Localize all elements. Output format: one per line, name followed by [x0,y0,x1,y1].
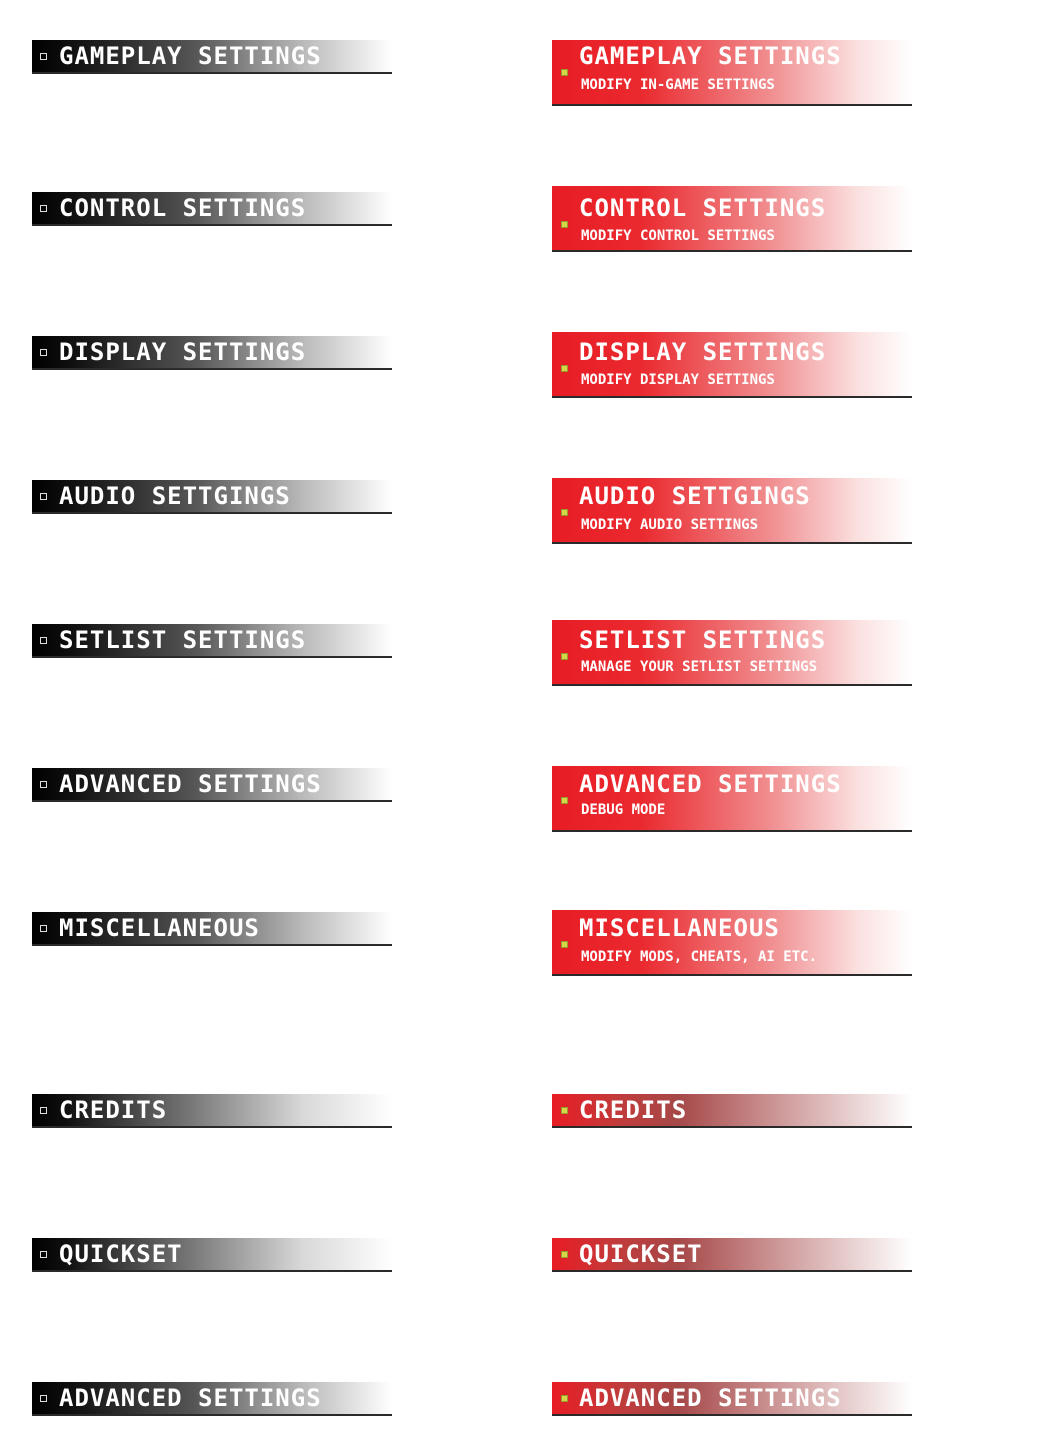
menu-item-miscellaneous-selected[interactable]: MISCELLANEOUS MODIFY MODS, CHEATS, AI ET… [552,910,912,976]
menu-item-setlist-settings-selected[interactable]: SETLIST SETTINGS MANAGE YOUR SETLIST SET… [552,620,912,686]
menu-item-title: AUDIO SETTGINGS [59,482,291,510]
menu-item-quickset[interactable]: QUICKSET [32,1238,392,1272]
menu-item-title: ADVANCED SETTINGS [579,770,842,798]
underline [552,1270,912,1272]
hollow-square-bullet-icon [40,1107,47,1114]
underline [552,396,912,398]
menu-item-title: MISCELLANEOUS [579,914,780,942]
menu-item-gameplay-settings[interactable]: GAMEPLAY SETTINGS [32,40,392,74]
menu-item-audio-settings-selected[interactable]: AUDIO SETTGINGS MODIFY AUDIO SETTINGS [552,478,912,544]
yellow-square-bullet-icon [561,1251,568,1258]
menu-item-audio-settings[interactable]: AUDIO SETTGINGS [32,480,392,514]
yellow-square-bullet-icon [561,797,568,804]
underline [552,1414,912,1416]
menu-item-subtitle: DEBUG MODE [581,802,666,818]
hollow-square-bullet-icon [40,205,47,212]
menu-item-title: CREDITS [579,1096,688,1124]
menu-item-title: SETLIST SETTINGS [59,626,307,654]
yellow-square-bullet-icon [561,653,568,660]
underline [32,800,392,802]
yellow-square-bullet-icon [561,1395,568,1402]
yellow-square-bullet-icon [561,221,568,228]
menu-item-control-settings[interactable]: CONTROL SETTINGS [32,192,392,226]
underline [32,1414,392,1416]
menu-item-credits-selected[interactable]: CREDITS [552,1094,912,1128]
hollow-square-bullet-icon [40,349,47,356]
yellow-square-bullet-icon [561,1107,568,1114]
menu-item-quickset-selected[interactable]: QUICKSET [552,1238,912,1272]
menu-item-title: ADVANCED SETTINGS [59,770,322,798]
underline [552,684,912,686]
menu-item-title: ADVANCED SETTINGS [59,1384,322,1412]
yellow-square-bullet-icon [561,941,568,948]
menu-item-advanced-settings-2-selected[interactable]: ADVANCED SETTINGS [552,1382,912,1416]
underline [32,944,392,946]
menu-item-title: GAMEPLAY SETTINGS [579,42,842,70]
menu-item-title: AUDIO SETTGINGS [579,482,811,510]
menu-item-credits[interactable]: CREDITS [32,1094,392,1128]
menu-normal-states: GAMEPLAY SETTINGS CONTROL SETTINGS DISPL… [32,0,392,1432]
hollow-square-bullet-icon [40,1395,47,1402]
menu-item-subtitle: MODIFY AUDIO SETTINGS [581,517,759,533]
menu-selected-states: GAMEPLAY SETTINGS MODIFY IN-GAME SETTING… [552,0,912,1432]
hollow-square-bullet-icon [40,493,47,500]
underline [32,1270,392,1272]
yellow-square-bullet-icon [561,69,568,76]
menu-item-title: CONTROL SETTINGS [579,194,827,222]
menu-item-title: MISCELLANEOUS [59,914,260,942]
menu-item-subtitle: MODIFY CONTROL SETTINGS [581,228,775,244]
underline [32,72,392,74]
menu-item-title: ADVANCED SETTINGS [579,1384,842,1412]
menu-item-control-settings-selected[interactable]: CONTROL SETTINGS MODIFY CONTROL SETTINGS [552,186,912,252]
underline [552,830,912,832]
menu-item-title: GAMEPLAY SETTINGS [59,42,322,70]
menu-item-miscellaneous[interactable]: MISCELLANEOUS [32,912,392,946]
menu-item-subtitle: MANAGE YOUR SETLIST SETTINGS [581,659,818,675]
underline [552,250,912,252]
hollow-square-bullet-icon [40,1251,47,1258]
underline [552,974,912,976]
menu-item-title: CONTROL SETTINGS [59,194,307,222]
underline [552,542,912,544]
menu-item-title: DISPLAY SETTINGS [59,338,307,366]
hollow-square-bullet-icon [40,781,47,788]
menu-item-title: DISPLAY SETTINGS [579,338,827,366]
underline [552,1126,912,1128]
menu-item-title: QUICKSET [59,1240,183,1268]
menu-item-advanced-settings-selected[interactable]: ADVANCED SETTINGS DEBUG MODE [552,766,912,832]
menu-item-display-settings[interactable]: DISPLAY SETTINGS [32,336,392,370]
menu-item-title: SETLIST SETTINGS [579,626,827,654]
underline [32,224,392,226]
underline [32,1126,392,1128]
hollow-square-bullet-icon [40,637,47,644]
menu-item-subtitle: MODIFY DISPLAY SETTINGS [581,372,775,388]
menu-item-advanced-settings-2[interactable]: ADVANCED SETTINGS [32,1382,392,1416]
hollow-square-bullet-icon [40,925,47,932]
menu-item-display-settings-selected[interactable]: DISPLAY SETTINGS MODIFY DISPLAY SETTINGS [552,332,912,398]
yellow-square-bullet-icon [561,365,568,372]
yellow-square-bullet-icon [561,509,568,516]
menu-item-advanced-settings[interactable]: ADVANCED SETTINGS [32,768,392,802]
menu-item-title: QUICKSET [579,1240,703,1268]
underline [552,104,912,106]
underline [32,368,392,370]
hollow-square-bullet-icon [40,53,47,60]
menu-item-subtitle: MODIFY IN-GAME SETTINGS [581,77,775,93]
menu-item-title: CREDITS [59,1096,168,1124]
menu-item-gameplay-settings-selected[interactable]: GAMEPLAY SETTINGS MODIFY IN-GAME SETTING… [552,40,912,106]
menu-item-subtitle: MODIFY MODS, CHEATS, AI ETC. [581,949,818,965]
underline [32,512,392,514]
underline [32,656,392,658]
menu-item-setlist-settings[interactable]: SETLIST SETTINGS [32,624,392,658]
